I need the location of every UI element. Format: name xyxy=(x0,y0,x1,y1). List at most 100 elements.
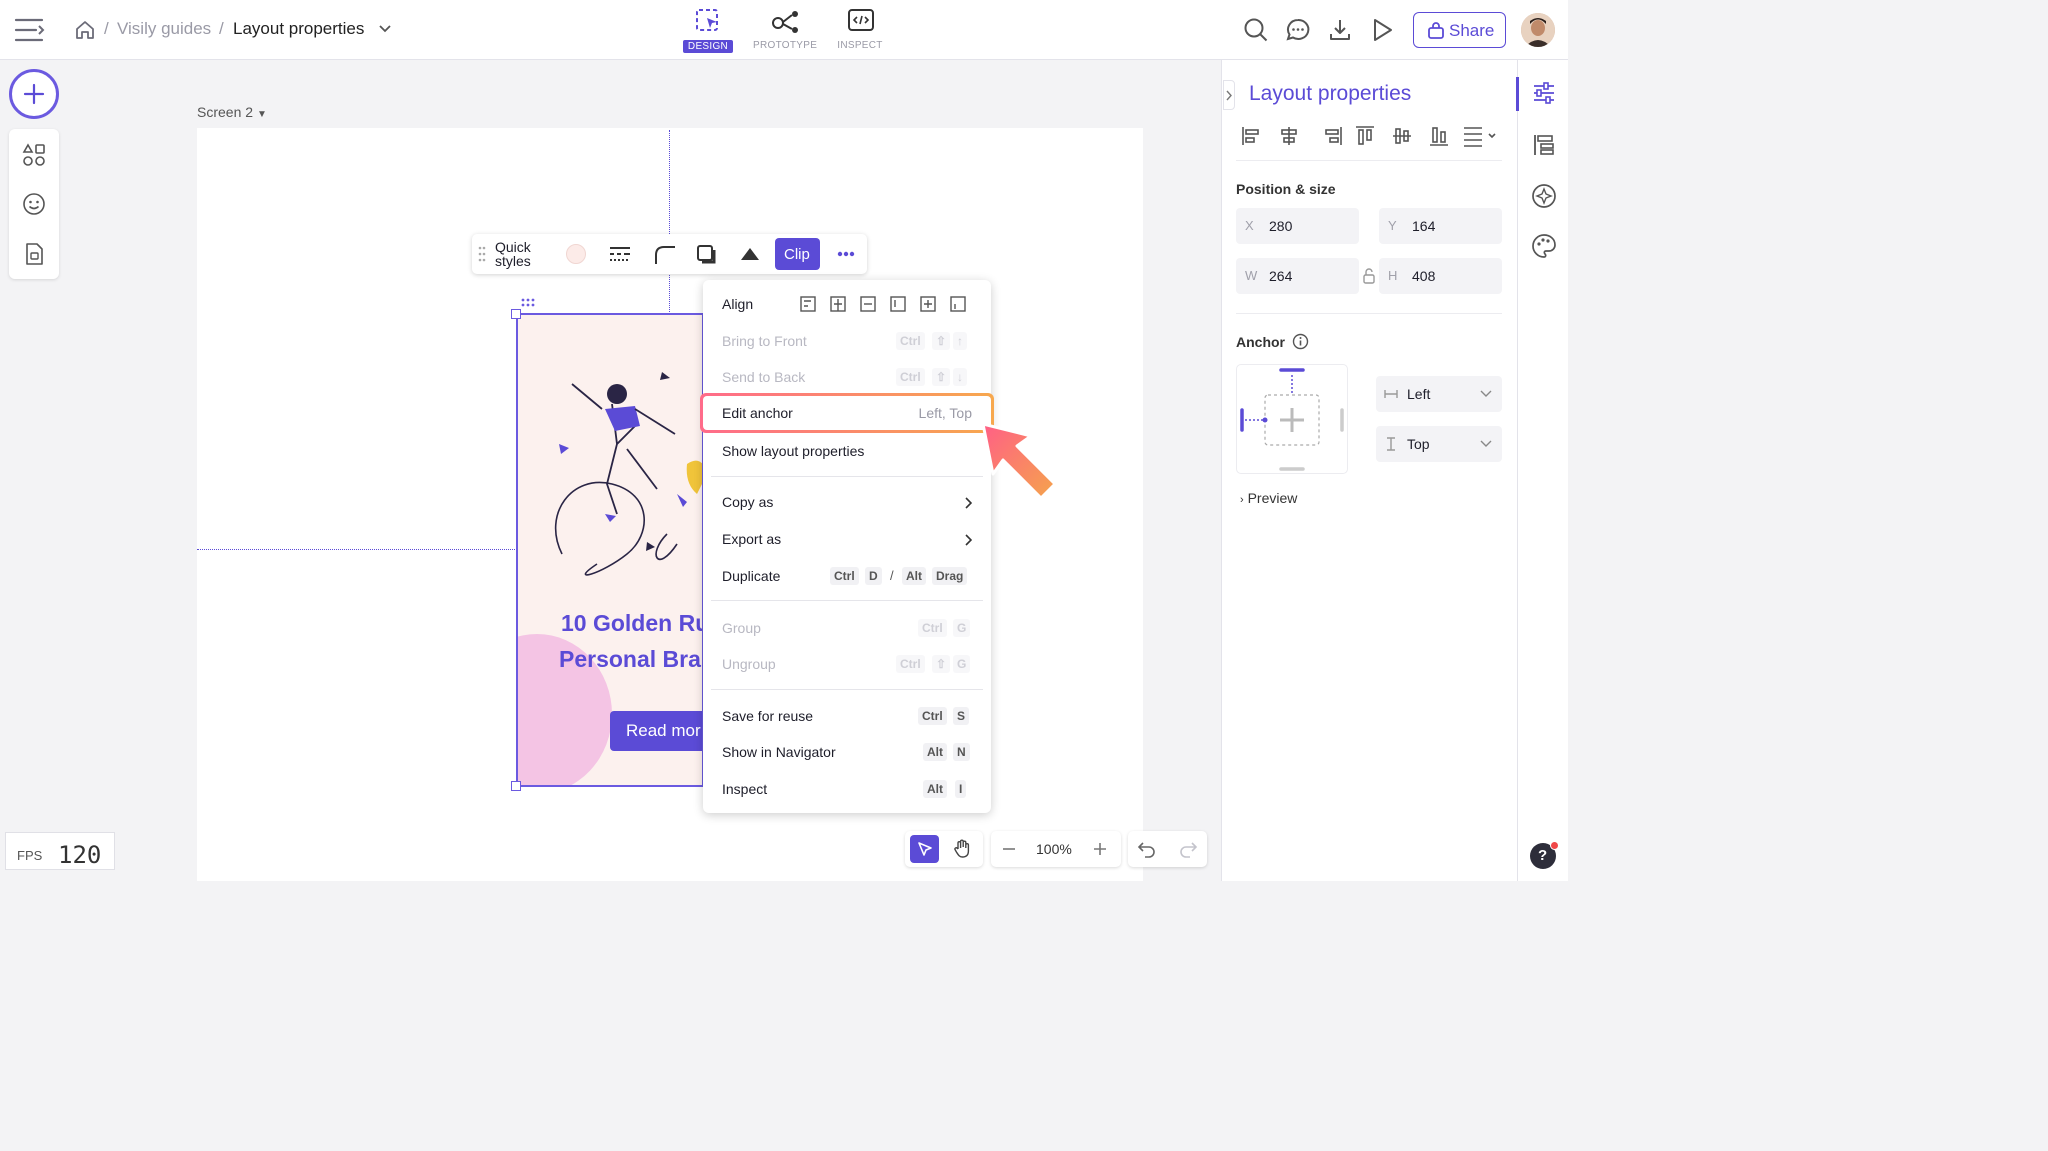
grip-icon[interactable] xyxy=(478,246,486,262)
menu-item-align[interactable]: Align xyxy=(722,296,753,312)
menu-item-export-as[interactable]: Export as xyxy=(722,531,781,547)
w-field[interactable]: W 264 xyxy=(1236,258,1359,294)
avatar[interactable] xyxy=(1521,13,1555,47)
components-icon[interactable] xyxy=(1531,183,1557,209)
shortcut-key: Ctrl xyxy=(896,655,925,673)
help-icon: ? xyxy=(1538,847,1548,864)
fill-color-swatch[interactable] xyxy=(566,244,586,264)
tab-design[interactable]: DESIGN xyxy=(677,8,739,54)
search-icon[interactable] xyxy=(1243,17,1269,43)
shortcut-key: N xyxy=(953,743,970,761)
asset-icon[interactable] xyxy=(22,242,46,266)
quick-styles-button[interactable]: Quick styles xyxy=(495,240,531,268)
chevron-down-icon[interactable] xyxy=(378,24,392,34)
shapes-icon[interactable] xyxy=(22,143,46,167)
screen-name: Screen 2 xyxy=(197,104,254,120)
quick-styles-line2: styles xyxy=(495,253,531,269)
opacity-icon[interactable] xyxy=(739,246,761,262)
play-icon[interactable] xyxy=(1369,17,1395,43)
card-read-more-button[interactable]: Read mor xyxy=(610,711,703,751)
clip-button[interactable]: Clip xyxy=(775,238,820,270)
menu-item-show-navigator[interactable]: Show in Navigator xyxy=(722,744,836,760)
menu-item-save-reuse[interactable]: Save for reuse xyxy=(722,708,813,724)
share-icon xyxy=(1428,22,1444,39)
stroke-style-icon[interactable] xyxy=(609,245,631,263)
shortcut-key: Ctrl xyxy=(918,619,947,637)
shortcut-key: Alt xyxy=(923,743,947,761)
selected-card[interactable]: 10 Golden Ru Personal Bra Read mor xyxy=(517,314,703,786)
tab-inspect[interactable]: INSPECT xyxy=(829,8,891,54)
x-field[interactable]: X 280 xyxy=(1236,208,1359,244)
breadcrumb-parent[interactable]: Visily guides xyxy=(117,19,211,39)
panel-title: Layout properties xyxy=(1249,82,1412,105)
add-button[interactable] xyxy=(9,69,59,119)
share-button[interactable]: Share xyxy=(1413,12,1506,48)
menu-item-edit-anchor[interactable]: Edit anchor Left, Top xyxy=(700,393,994,433)
emoji-icon[interactable] xyxy=(22,192,46,216)
fps-label: FPS xyxy=(17,848,43,863)
shortcut-key: Ctrl xyxy=(830,567,859,585)
breadcrumb-sep: / xyxy=(219,19,224,38)
anchor-widget[interactable] xyxy=(1236,364,1348,474)
menu-item-send-back[interactable]: Send to Back xyxy=(722,369,805,385)
h-value: 408 xyxy=(1412,268,1436,284)
menu-item-bring-front[interactable]: Bring to Front xyxy=(722,333,807,349)
menu-item-show-layout[interactable]: Show layout properties xyxy=(722,443,864,459)
redo-icon[interactable] xyxy=(1178,840,1198,858)
position-size-heading: Position & size xyxy=(1236,181,1336,197)
hand-tool-icon[interactable] xyxy=(952,839,972,859)
shortcut-key: Drag xyxy=(932,567,968,585)
menu-icon[interactable] xyxy=(14,16,46,44)
h-field[interactable]: H 408 xyxy=(1379,258,1502,294)
menu-item-group[interactable]: Group xyxy=(722,620,761,636)
tab-prototype[interactable]: PROTOTYPE xyxy=(753,8,817,54)
clip-label: Clip xyxy=(784,246,810,263)
screen-label[interactable]: Screen 2 ▼ xyxy=(197,104,267,120)
quick-styles-line1: Quick xyxy=(495,239,531,255)
top-bar: / Visily guides / Layout properties DESI… xyxy=(0,0,1568,60)
menu-item-duplicate[interactable]: Duplicate xyxy=(722,568,780,584)
y-value: 164 xyxy=(1412,218,1436,234)
menu-item-ungroup[interactable]: Ungroup xyxy=(722,656,776,672)
sliders-icon[interactable] xyxy=(1532,82,1556,104)
home-icon[interactable] xyxy=(74,19,96,41)
comment-icon[interactable] xyxy=(1285,17,1311,43)
shortcut-key: ⇧ xyxy=(932,368,951,386)
edit-anchor-label: Edit anchor xyxy=(722,405,793,421)
corner-radius-icon[interactable] xyxy=(654,245,676,265)
plus-icon xyxy=(23,83,45,105)
chevron-right-icon xyxy=(1226,90,1232,101)
shadow-icon[interactable] xyxy=(696,244,718,264)
layers-icon[interactable] xyxy=(1532,133,1556,157)
tab-inspect-label: INSPECT xyxy=(837,40,883,51)
anchor-vertical-select[interactable]: Top xyxy=(1376,426,1502,462)
shortcut-key: ⇧ xyxy=(932,332,951,350)
breadcrumb-current[interactable]: Layout properties xyxy=(233,19,364,39)
shortcut-key: Alt xyxy=(923,780,947,798)
x-label: X xyxy=(1245,218,1254,233)
drag-handle-icon[interactable] xyxy=(521,298,537,308)
h-label: H xyxy=(1388,268,1398,283)
zoom-out-icon[interactable] xyxy=(1001,841,1017,857)
resize-handle[interactable] xyxy=(511,781,521,791)
menu-item-inspect[interactable]: Inspect xyxy=(722,781,767,797)
palette-icon[interactable] xyxy=(1531,233,1557,259)
help-button[interactable]: ? xyxy=(1530,841,1559,869)
undo-icon[interactable] xyxy=(1137,840,1157,858)
resize-handle[interactable] xyxy=(511,309,521,319)
download-icon[interactable] xyxy=(1327,17,1353,43)
collapse-panel-button[interactable] xyxy=(1223,80,1235,110)
context-menu: Align Bring to Front Ctrl ⇧ ↑ Send to Ba… xyxy=(700,280,994,813)
y-field[interactable]: Y 164 xyxy=(1379,208,1502,244)
preview-toggle[interactable]: › Preview xyxy=(1240,490,1297,506)
info-icon[interactable] xyxy=(1292,333,1309,350)
zoom-in-icon[interactable] xyxy=(1092,841,1108,857)
select-tool-button[interactable] xyxy=(910,835,939,863)
shortcut-separator: / xyxy=(890,568,894,583)
lock-ratio-icon[interactable] xyxy=(1362,268,1376,284)
zoom-level[interactable]: 100% xyxy=(1036,841,1072,857)
anchor-horizontal-select[interactable]: Left xyxy=(1376,376,1502,412)
more-icon[interactable] xyxy=(837,251,855,257)
horizontal-anchor-icon xyxy=(1384,390,1398,398)
menu-item-copy-as[interactable]: Copy as xyxy=(722,494,773,510)
